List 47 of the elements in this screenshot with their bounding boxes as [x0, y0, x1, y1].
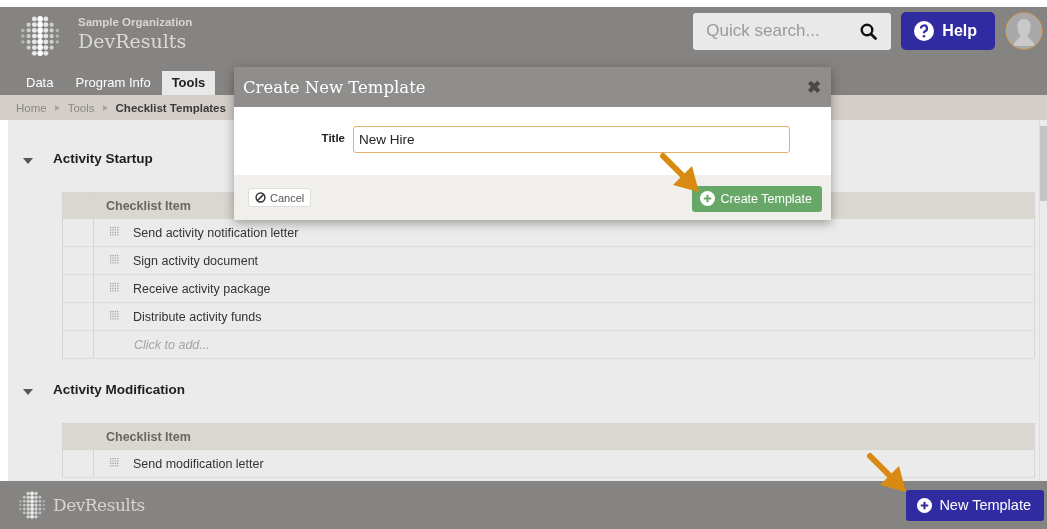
drag-handle-icon[interactable]: [110, 311, 119, 322]
breadcrumb-current: Checklist Templates: [115, 101, 226, 114]
checklist-item: Receive activity package: [133, 281, 271, 296]
section-title: Activity Startup: [53, 151, 153, 166]
checklist-item: Send activity notification letter: [133, 225, 299, 240]
column-header: Checklist Item: [93, 423, 1035, 450]
plus-icon: [917, 497, 933, 513]
scrollbar-thumb[interactable]: [1040, 126, 1047, 201]
section-title: Activity Modification: [53, 382, 185, 397]
search-icon: [860, 22, 878, 40]
nav-tab[interactable]: Data: [15, 70, 65, 95]
chevron-icon: [54, 104, 60, 111]
cancel-icon: [255, 192, 266, 203]
drag-handle-icon[interactable]: [110, 283, 119, 294]
create-template-button[interactable]: Create Template: [691, 185, 822, 212]
avatar-icon[interactable]: [1005, 12, 1043, 50]
nav-tab[interactable]: Program Info: [64, 70, 162, 95]
checklist-item: Sign activity document: [133, 253, 259, 268]
title-field[interactable]: New Hire: [353, 126, 790, 153]
question-icon: [914, 21, 935, 41]
organization-name: Sample Organization: [78, 16, 193, 28]
search-field[interactable]: Quick search...: [693, 12, 892, 50]
pointer-arrow: [866, 452, 908, 494]
pointer-arrow: [659, 152, 701, 194]
chevron-icon: [102, 104, 108, 111]
globe-logo-icon: [18, 14, 62, 58]
drag-handle-icon[interactable]: [110, 458, 119, 469]
globe-logo-icon: [17, 490, 47, 520]
checklist-item: Distribute activity funds: [133, 309, 262, 324]
new-template-button[interactable]: New Template: [906, 489, 1044, 521]
close-button[interactable]: ✖: [807, 78, 821, 96]
nav-tab[interactable]: Tools: [161, 71, 216, 95]
breadcrumb-link[interactable]: Tools: [67, 101, 95, 114]
add-item-placeholder[interactable]: Click to add...: [94, 337, 1034, 352]
help-button[interactable]: Help: [901, 12, 995, 50]
footer-app-name: DevResults: [53, 495, 145, 515]
drag-handle-icon[interactable]: [110, 255, 119, 266]
breadcrumb-link[interactable]: Home: [16, 101, 47, 114]
expand-toggle-icon[interactable]: [23, 157, 33, 164]
drag-handle-icon[interactable]: [110, 227, 119, 238]
expand-toggle-icon[interactable]: [23, 388, 33, 395]
app-name: DevResults: [78, 30, 188, 52]
dialog-title: Create New Template: [243, 77, 426, 97]
plus-icon: [699, 191, 715, 206]
field-label: Title: [320, 131, 345, 144]
cancel-button[interactable]: Cancel: [248, 188, 312, 207]
checklist-item: Send modification letter: [133, 456, 264, 471]
